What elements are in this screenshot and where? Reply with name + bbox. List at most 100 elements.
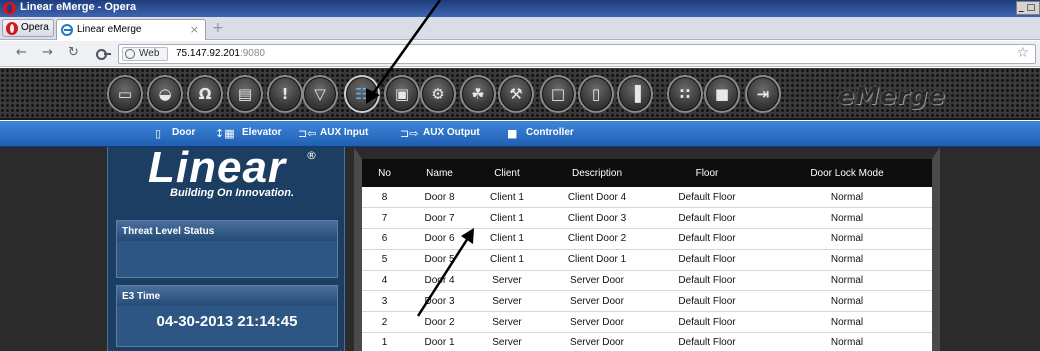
- submenu-aux-output[interactable]: AUX Output: [423, 127, 480, 138]
- table-row[interactable]: 3 Door 3 Server Server Door Default Floo…: [362, 291, 932, 312]
- emerge-logo: eMerge: [838, 82, 946, 110]
- cell-name: Door 4: [424, 275, 455, 287]
- cell-client: Client 1: [490, 254, 524, 266]
- cell-client: Server: [492, 295, 522, 307]
- cell-lock-mode: Normal: [830, 191, 864, 203]
- address-bar[interactable]: Web 75.147.92.201:9080 ☆: [118, 44, 1036, 64]
- cell-description: Client Door 4: [567, 191, 627, 203]
- navigation-bar: ← → ↻ Web 75.147.92.201:9080 ☆: [0, 41, 1040, 67]
- doors-table-panel: No Name Client Description Floor Door Lo…: [354, 147, 940, 351]
- grid-button[interactable]: ∷: [667, 75, 703, 113]
- monitoring-button[interactable]: ▭: [107, 75, 143, 113]
- export-button[interactable]: ■: [704, 75, 740, 113]
- cell-description: Server Door: [570, 295, 624, 307]
- tools-button[interactable]: ⚒: [498, 75, 534, 113]
- network-button[interactable]: ☘: [460, 75, 496, 113]
- cell-client: Server: [492, 316, 522, 328]
- table-row[interactable]: 8 Door 8 Client 1 Client Door 4 Default …: [362, 187, 932, 208]
- camera-button[interactable]: ◒: [147, 75, 183, 113]
- opera-menu-button[interactable]: Opera: [2, 19, 54, 37]
- cell-lock-mode: Normal: [830, 212, 864, 224]
- cell-client: Server: [492, 275, 522, 287]
- cell-no: 4: [381, 275, 388, 287]
- document-button[interactable]: ▯: [578, 75, 614, 113]
- column-header-name[interactable]: Name: [407, 159, 472, 187]
- tab-label: Linear eMerge: [77, 24, 142, 35]
- gears-icon: ⚙: [431, 85, 445, 103]
- reports-button[interactable]: ▐: [617, 75, 653, 113]
- column-header-floor[interactable]: Floor: [652, 159, 762, 187]
- controller-icon: ■: [507, 127, 518, 140]
- shield-icon: ▽: [314, 85, 326, 103]
- column-header-description[interactable]: Description: [542, 159, 652, 187]
- aux-input-icon: ⊐⇦: [298, 127, 317, 140]
- column-header-door-lock-mode[interactable]: Door Lock Mode: [762, 159, 932, 187]
- e3-time-value: 04-30-2013 21:14:45: [156, 313, 298, 330]
- cell-no: 2: [381, 316, 388, 328]
- main-content: Linear ® Building On Innovation. Threat …: [0, 143, 1040, 351]
- monitor-icon: ▭: [117, 85, 133, 103]
- save-icon: □: [550, 85, 566, 103]
- e3-time-title: E3 Time: [117, 286, 337, 306]
- new-tab-button[interactable]: +: [212, 20, 224, 36]
- cell-lock-mode: Normal: [830, 337, 864, 349]
- forward-icon[interactable]: →: [42, 45, 53, 60]
- url-text[interactable]: 75.147.92.201:9080: [176, 48, 265, 59]
- setup-doors-button[interactable]: ☷: [344, 75, 380, 113]
- person-icon: Ω: [198, 85, 212, 103]
- elevator-icon: ↕▦: [215, 127, 235, 140]
- table-row[interactable]: 2 Door 2 Server Server Door Default Floo…: [362, 312, 932, 333]
- tab-strip: Opera Linear eMerge × +: [0, 17, 1040, 40]
- table-row[interactable]: 7 Door 7 Client 1 Client Door 3 Default …: [362, 208, 932, 229]
- url-port: :9080: [239, 48, 265, 59]
- id-card-icon: ▤: [237, 85, 253, 103]
- e3-time-body: 04-30-2013 21:14:45: [117, 306, 337, 346]
- tab-close-icon[interactable]: ×: [190, 23, 199, 36]
- alert-button[interactable]: !: [267, 75, 303, 113]
- camera-icon: ◒: [158, 85, 172, 103]
- opera-logo-icon: [3, 2, 16, 15]
- card-button[interactable]: ▤: [227, 75, 263, 113]
- cell-no: 6: [381, 233, 388, 245]
- cell-lock-mode: Normal: [830, 254, 864, 266]
- cell-no: 1: [381, 337, 388, 349]
- table-row[interactable]: 4 Door 4 Server Server Door Default Floo…: [362, 270, 932, 291]
- tagline: Building On Innovation.: [170, 187, 295, 199]
- cell-client: Client 1: [490, 233, 524, 245]
- badge-setup-button[interactable]: ▣: [384, 75, 420, 113]
- document-icon: ▯: [591, 85, 601, 103]
- cell-floor: Default Floor: [678, 191, 736, 203]
- submenu-elevator[interactable]: Elevator: [242, 127, 281, 138]
- tab-linear-emerge[interactable]: Linear eMerge ×: [56, 19, 206, 40]
- cell-lock-mode: Normal: [830, 295, 864, 307]
- cell-no: 3: [381, 295, 388, 307]
- settings-button[interactable]: ⚙: [420, 75, 456, 113]
- table-row[interactable]: 1 Door 1 Server Server Door Default Floo…: [362, 333, 932, 351]
- key-icon[interactable]: [96, 49, 111, 60]
- back-icon[interactable]: ←: [16, 45, 27, 60]
- bookmark-star-icon[interactable]: ☆: [1016, 45, 1029, 61]
- globe-icon: [125, 49, 135, 59]
- cell-client: Client 1: [490, 191, 524, 203]
- e3-time-panel: E3 Time 04-30-2013 21:14:45: [116, 285, 338, 347]
- submenu-controller[interactable]: Controller: [526, 127, 574, 138]
- reload-icon[interactable]: ↻: [68, 45, 79, 60]
- column-header-client[interactable]: Client: [472, 159, 542, 187]
- submenu-aux-input[interactable]: AUX Input: [320, 127, 368, 138]
- save-button[interactable]: □: [540, 75, 576, 113]
- cell-floor: Default Floor: [678, 212, 736, 224]
- logout-button[interactable]: ⇥: [745, 75, 781, 113]
- cell-lock-mode: Normal: [830, 233, 864, 245]
- url-host: 75.147.92.201: [176, 48, 240, 59]
- table-row[interactable]: 5 Door 5 Client 1 Client Door 1 Default …: [362, 249, 932, 271]
- threat-level-panel: Threat Level Status: [116, 220, 338, 278]
- web-badge[interactable]: Web: [122, 47, 168, 61]
- window-controls[interactable]: _ □: [1016, 1, 1040, 15]
- window-title: Linear eMerge - Opera: [20, 1, 137, 13]
- people-button[interactable]: Ω: [187, 75, 223, 113]
- shield-button[interactable]: ▽: [302, 75, 338, 113]
- table-row[interactable]: 6 Door 6 Client 1 Client Door 2 Default …: [362, 229, 932, 250]
- submenu-door[interactable]: Door: [172, 127, 195, 138]
- web-badge-label: Web: [139, 48, 160, 59]
- column-header-no[interactable]: No: [362, 159, 407, 187]
